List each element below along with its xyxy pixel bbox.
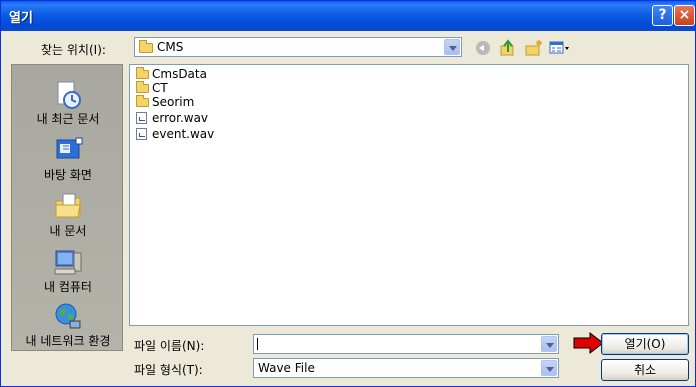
back-arrow-icon	[476, 41, 490, 55]
place-label: 내 최근 문서	[36, 112, 100, 126]
close-button[interactable]: ×	[674, 5, 695, 26]
up-one-level-button[interactable]	[499, 39, 517, 57]
look-in-label: 찾는 위치(I):	[41, 43, 106, 57]
file-name: event.wav	[152, 127, 215, 141]
file-type-value: Wave File	[258, 361, 315, 375]
my-documents-icon	[55, 193, 81, 218]
window-title: 열기	[9, 11, 33, 26]
open-button[interactable]: 열기(O)	[601, 333, 689, 355]
file-name: CT	[152, 81, 168, 95]
file-name: Seorim	[152, 95, 195, 109]
places-bar: 내 최근 문서 바탕 화면 내 문서 내 컴퓨터 내 네트워크 환경	[11, 64, 123, 351]
place-label: 바탕 화면	[44, 168, 92, 182]
folder-icon	[139, 40, 153, 53]
back-button[interactable]	[474, 39, 492, 57]
chevron-down-icon[interactable]	[541, 360, 557, 376]
file-list[interactable]: CmsData CT Seorim error.wav event.wav	[129, 64, 689, 326]
place-label: 내 네트워크 환경	[25, 334, 111, 348]
folder-icon	[136, 67, 149, 79]
folder-icon	[136, 81, 149, 93]
chevron-down-icon[interactable]	[444, 39, 460, 55]
file-name-label: 파일 이름(N):	[134, 339, 205, 353]
up-folder-icon	[500, 39, 514, 56]
file-name-input[interactable]	[253, 334, 559, 354]
wav-file-icon	[136, 128, 147, 140]
file-type-dropdown[interactable]: Wave File	[253, 358, 559, 378]
place-network[interactable]: 내 네트워크 환경	[12, 297, 124, 353]
place-desktop[interactable]: 바탕 화면	[12, 131, 124, 187]
place-label: 내 컴퓨터	[44, 280, 92, 294]
open-dialog: 열기 ? × 찾는 위치(I): CMS 내 최근 문서 바탕 화면 내 문서 …	[0, 0, 696, 387]
desktop-icon	[56, 137, 83, 159]
look-in-value: CMS	[157, 40, 184, 54]
place-recent-documents[interactable]: 내 최근 문서	[12, 75, 124, 131]
text-caret	[257, 338, 258, 350]
chevron-down-icon[interactable]	[541, 336, 557, 352]
place-my-computer[interactable]: 내 컴퓨터	[12, 243, 124, 299]
new-folder-button[interactable]	[525, 39, 543, 57]
place-my-documents[interactable]: 내 문서	[12, 187, 124, 243]
network-icon	[55, 303, 81, 329]
my-computer-icon	[54, 250, 82, 275]
file-name: CmsData	[152, 67, 207, 81]
wav-file-icon	[136, 112, 147, 124]
title-bar[interactable]: 열기 ? ×	[1, 1, 695, 31]
place-label: 내 문서	[49, 224, 87, 238]
folder-icon	[136, 95, 149, 107]
cancel-button[interactable]: 취소	[601, 359, 689, 381]
recent-documents-icon	[57, 81, 81, 109]
look-in-dropdown[interactable]: CMS	[134, 37, 462, 57]
help-button[interactable]: ?	[652, 5, 673, 26]
view-menu-icon	[549, 41, 569, 54]
view-menu-button[interactable]	[549, 39, 569, 57]
new-folder-icon	[525, 40, 542, 56]
file-name: error.wav	[152, 111, 209, 125]
file-type-label: 파일 형식(T):	[134, 363, 203, 377]
